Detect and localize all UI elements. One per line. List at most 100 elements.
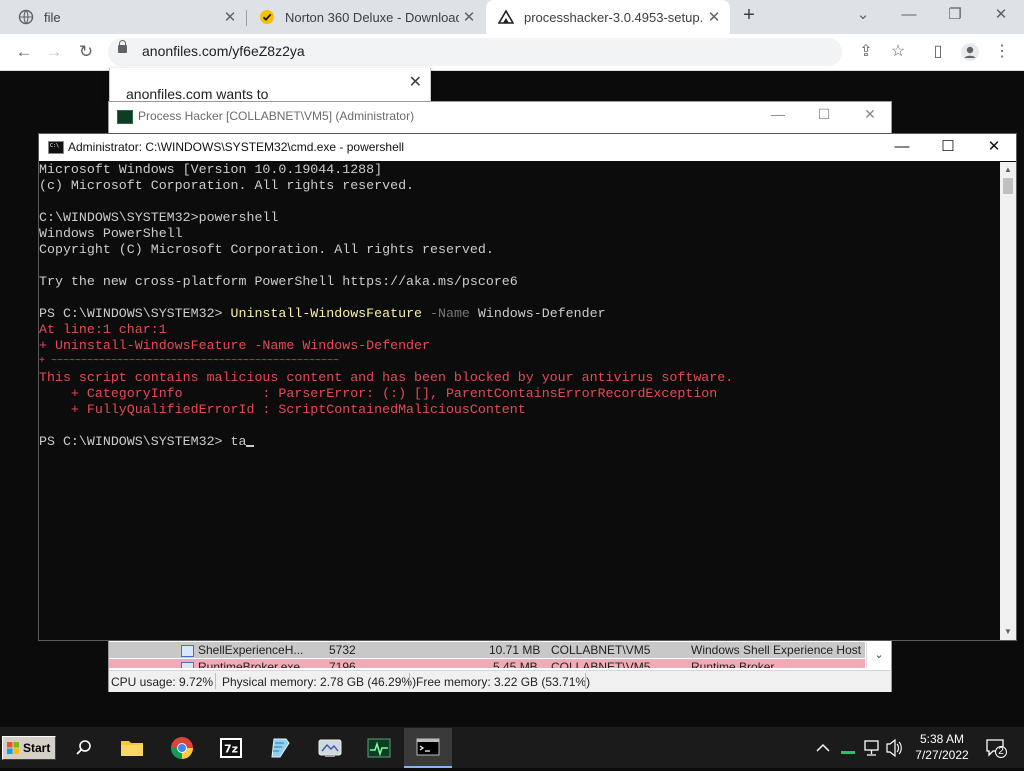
physical-memory: Physical memory: 2.78 GB (46.29%) <box>222 675 417 689</box>
process-pid: 7196 <box>329 660 356 668</box>
status-divider <box>585 673 586 689</box>
vertical-scrollbar[interactable]: ▲ ▼ <box>1000 162 1016 640</box>
back-button[interactable]: ← <box>12 40 36 64</box>
tab-close-icon[interactable]: ✕ <box>220 8 240 26</box>
start-button[interactable]: Start <box>2 736 56 760</box>
tab-close-icon[interactable]: ✕ <box>459 8 479 26</box>
restore-button[interactable]: ❐ <box>932 0 978 30</box>
status-bar: CPU usage: 9.72% Physical memory: 2.78 G… <box>109 670 891 692</box>
browser-tabstrip: file ✕ Norton 360 Deluxe - Download ✕ pr… <box>0 0 1024 34</box>
bookmark-star-icon[interactable]: ☆ <box>886 40 910 64</box>
prompt: PS C:\WINDOWS\SYSTEM32> <box>39 434 231 449</box>
console-line: (c) Microsoft Corporation. All rights re… <box>39 178 415 193</box>
share-icon[interactable]: ⇪ <box>854 40 878 64</box>
cmd-taskbar-icon[interactable] <box>404 728 452 768</box>
side-panel-icon[interactable]: ▯ <box>926 40 950 64</box>
minimize-button[interactable]: — <box>886 0 932 30</box>
process-icon <box>181 662 194 668</box>
minimize-button[interactable]: — <box>763 106 793 122</box>
notification-count: 2 <box>998 746 1004 757</box>
chevron-down-icon[interactable]: ⌄ <box>840 0 886 30</box>
error-line: This script contains malicious content a… <box>39 370 734 385</box>
console-line: Try the new cross-platform PowerShell ht… <box>39 274 518 289</box>
tab-norton[interactable]: Norton 360 Deluxe - Download ✕ <box>247 0 485 34</box>
typed-input[interactable]: ta <box>231 434 247 449</box>
maximize-button[interactable]: ☐ <box>809 106 839 123</box>
cmd-titlebar[interactable]: Administrator: C:\WINDOWS\SYSTEM32\cmd.e… <box>39 134 1016 161</box>
browser-toolbar: ← → ↻ anonfiles.com/yf6eZ8z2ya ⇪ ☆ ▯ ⋮ <box>0 34 1024 71</box>
process-memory: 5.45 MB <box>493 660 538 668</box>
permission-popup: anonfiles.com wants to ✕ <box>109 68 431 103</box>
taskbar: Start 7z 5:38 AM 7/27/2022 2 <box>0 727 1024 768</box>
control-panel-icon[interactable] <box>306 728 354 768</box>
search-icon[interactable] <box>60 728 108 768</box>
scroll-up-arrow-icon[interactable]: ▲ <box>1000 162 1016 178</box>
error-line: + CategoryInfo : ParserError: (:) [], Pa… <box>39 386 718 401</box>
windows-flag-icon <box>7 742 19 754</box>
process-list: ShellExperienceH... 5732 10.71 MB COLLAB… <box>109 642 891 668</box>
tab-processhacker[interactable]: processhacker-3.0.4953-setup.ex ✕ <box>486 0 730 34</box>
7zip-icon[interactable]: 7z <box>207 728 255 768</box>
close-button[interactable]: ✕ <box>855 106 885 123</box>
system-clock[interactable]: 5:38 AM 7/27/2022 <box>904 731 980 763</box>
console-command-line: PS C:\WINDOWS\SYSTEM32> Uninstall-Window… <box>39 306 606 322</box>
volume-icon[interactable] <box>884 727 904 768</box>
error-line: + FullyQualifiedErrorId : ScriptContaine… <box>39 402 526 417</box>
console-output[interactable]: Microsoft Windows [Version 10.0.19044.12… <box>39 162 1001 640</box>
minimize-button[interactable]: — <box>879 134 925 161</box>
close-button[interactable]: ✕ <box>971 134 1017 161</box>
error-line: + ~~~~~~~~~~~~~~~~~~~~~~~~~~~~~~~~~~~~~~… <box>39 356 340 367</box>
scroll-down-arrow-icon[interactable]: ▼ <box>1000 624 1016 640</box>
console-input-line[interactable]: PS C:\WINDOWS\SYSTEM32> ta <box>39 434 255 450</box>
process-hacker-titlebar[interactable]: Process Hacker [COLLABNET\VM5] (Administ… <box>109 102 891 130</box>
chrome-icon[interactable] <box>158 728 206 768</box>
profile-avatar-icon[interactable] <box>958 40 982 64</box>
menu-kebab-icon[interactable]: ⋮ <box>990 40 1014 64</box>
globe-icon <box>18 9 34 25</box>
process-hacker-taskbar-icon[interactable] <box>355 728 403 768</box>
scrollbar-thumb[interactable] <box>1003 178 1013 194</box>
text-cursor <box>246 445 255 447</box>
tray-app-icon[interactable] <box>838 727 858 768</box>
tab-title: file <box>44 9 61 25</box>
console-line: Copyright (C) Microsoft Corporation. All… <box>39 242 494 257</box>
process-hacker-title: Process Hacker [COLLABNET\VM5] (Administ… <box>138 109 415 123</box>
file-explorer-icon[interactable] <box>108 728 156 768</box>
cmd-window: Administrator: C:\WINDOWS\SYSTEM32\cmd.e… <box>38 133 1017 641</box>
network-icon[interactable] <box>862 727 882 768</box>
table-row[interactable]: RuntimeBroker.exe 7196 5.45 MB COLLABNET… <box>109 659 865 668</box>
status-divider <box>409 673 410 689</box>
forward-button[interactable]: → <box>42 40 66 64</box>
address-bar[interactable]: anonfiles.com/yf6eZ8z2ya <box>108 38 842 66</box>
norton-icon <box>259 9 275 25</box>
url-text: anonfiles.com/yf6eZ8z2ya <box>142 43 305 59</box>
table-row[interactable]: ShellExperienceH... 5732 10.71 MB COLLAB… <box>109 642 865 658</box>
scroll-down-button[interactable]: ⌄ <box>866 642 891 668</box>
tab-title: processhacker-3.0.4953-setup.ex <box>524 9 704 25</box>
popup-message: anonfiles.com wants to <box>126 86 269 102</box>
console-line: Microsoft Windows [Version 10.0.19044.12… <box>39 162 383 177</box>
process-hacker-icon <box>117 110 133 124</box>
cmd-icon <box>48 141 64 154</box>
process-icon <box>181 645 194 657</box>
error-line: + Uninstall-WindowsFeature -Name Windows… <box>39 338 430 353</box>
popup-close-icon[interactable]: ✕ <box>409 72 422 92</box>
status-divider <box>215 673 216 689</box>
tray-chevron-up-icon[interactable] <box>814 727 832 768</box>
tab-close-icon[interactable]: ✕ <box>704 8 724 26</box>
clock-time: 5:38 AM <box>919 732 965 746</box>
anonfiles-icon <box>498 9 514 25</box>
process-pid: 5732 <box>329 643 356 657</box>
cmdlet: Uninstall-WindowsFeature <box>230 306 423 321</box>
close-button[interactable]: ✕ <box>978 0 1024 30</box>
notification-center-icon[interactable]: 2 <box>985 737 1007 758</box>
new-tab-button[interactable]: + <box>738 4 760 28</box>
process-user: COLLABNET\VM5 <box>551 660 651 668</box>
reload-button[interactable]: ↻ <box>74 40 98 64</box>
lock-icon[interactable] <box>118 40 127 53</box>
maximize-button[interactable]: ☐ <box>925 134 971 161</box>
notepad-icon[interactable] <box>256 728 304 768</box>
tab-title: Norton 360 Deluxe - Download <box>285 9 459 25</box>
tab-file[interactable]: file ✕ <box>0 0 246 34</box>
cpu-usage: CPU usage: 9.72% <box>111 675 214 689</box>
